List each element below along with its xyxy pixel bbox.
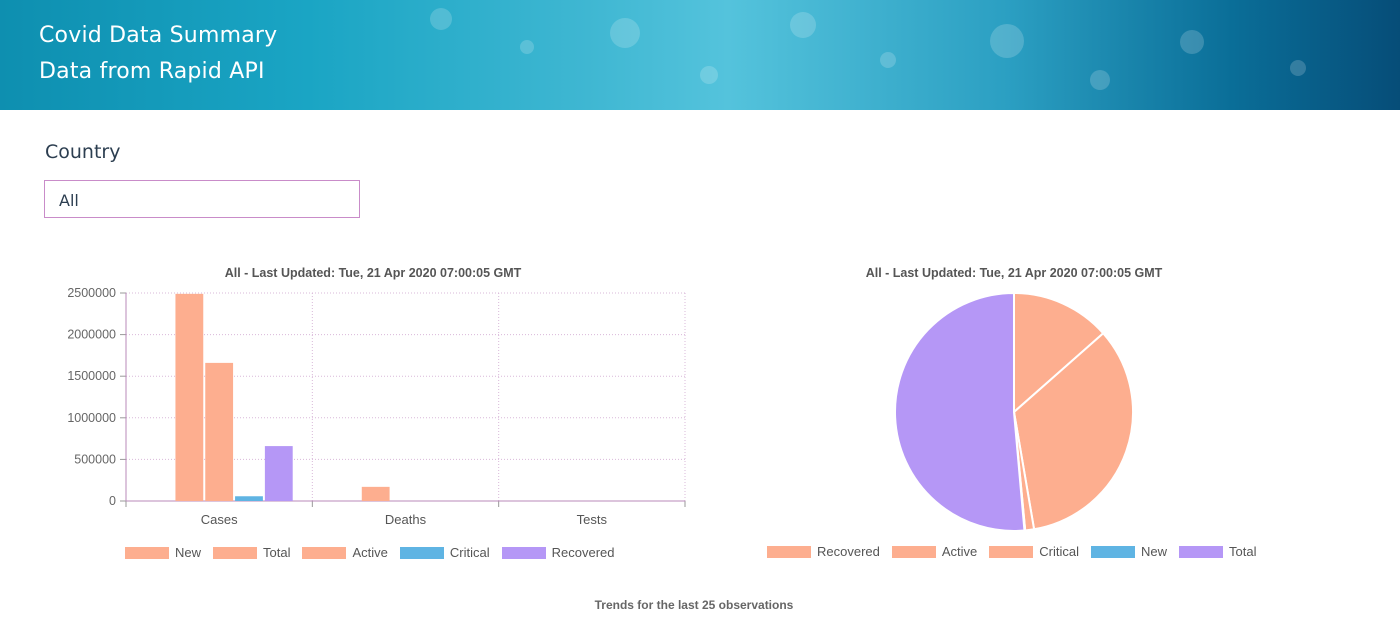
pie-slice-total: [893, 291, 1026, 532]
legend-swatch: [125, 546, 169, 559]
legend-item-active[interactable]: Active: [891, 544, 977, 559]
pie-chart-legend: Recovered Active Critical New Total: [767, 544, 1269, 559]
legend-swatch: [1179, 545, 1224, 558]
legend-item-critical[interactable]: Critical: [989, 544, 1079, 559]
legend-swatch: [767, 545, 811, 558]
legend-swatch: [399, 546, 444, 559]
legend-item-active[interactable]: Active: [302, 545, 388, 560]
legend-item-new[interactable]: New: [1091, 544, 1167, 559]
bar-chart-legend: New Total Active Critical Recovered: [125, 545, 627, 560]
legend-swatch: [891, 545, 936, 558]
legend-item-recovered[interactable]: Recovered: [501, 545, 615, 560]
footer-caption: Trends for the last 25 observations: [594, 598, 794, 612]
legend-swatch: [213, 546, 258, 559]
legend-swatch: [1091, 545, 1136, 558]
legend-item-total[interactable]: Total: [213, 545, 290, 560]
legend-swatch: [302, 546, 347, 559]
legend-item-critical[interactable]: Critical: [399, 545, 490, 560]
legend-item-recovered[interactable]: Recovered: [767, 544, 880, 559]
legend-swatch: [501, 546, 546, 559]
legend-item-new[interactable]: New: [125, 545, 201, 560]
legend-swatch: [989, 545, 1034, 558]
legend-item-total[interactable]: Total: [1179, 544, 1257, 559]
pie-chart: [893, 291, 1134, 532]
